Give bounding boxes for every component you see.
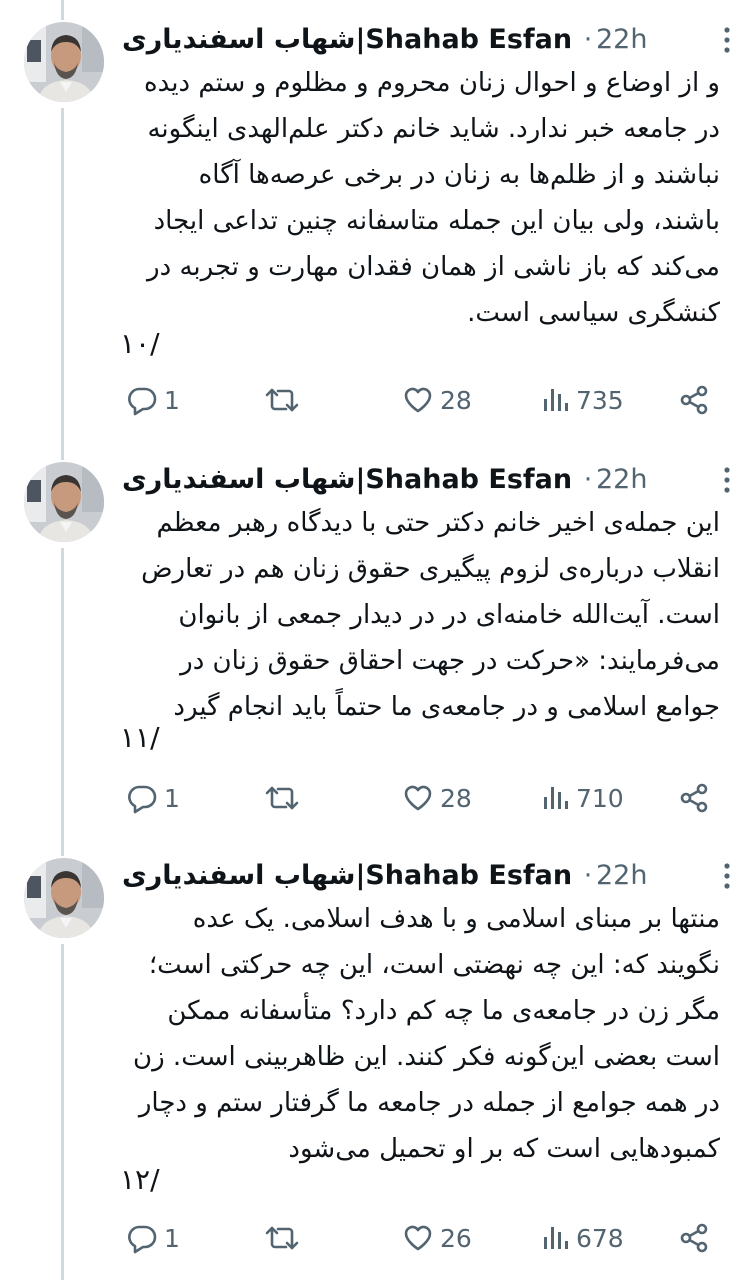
separator-dot: · (583, 861, 593, 891)
like-button[interactable]: 28 (402, 378, 472, 422)
retweet-icon (264, 1222, 300, 1254)
views-button[interactable]: 678 (540, 1216, 624, 1260)
tweet-text: منتها بر مبنای اسلامی و با هدف اسلامی. ی… (118, 896, 720, 1172)
avatar[interactable] (24, 462, 104, 542)
tweet-text-line: کنشگری سیاسی است. (467, 298, 720, 328)
reply-icon (126, 384, 158, 416)
reply-count: 1 (164, 1223, 180, 1253)
views-icon (540, 1222, 570, 1254)
tweet-text-line: کمبودهایی است که بر او تحمیل می‌شود (288, 1134, 720, 1164)
tweet-text-line: در همه جوامع از جمله در جامعه ما گرفتار … (138, 1088, 720, 1118)
retweet-icon (264, 384, 300, 416)
tweet-text-line: نباشند و از ظلم‌ها به زنان در برخی عرصه‌… (198, 160, 720, 190)
like-icon (402, 782, 434, 814)
tweet-text-line: منتها بر مبنای اسلامی و با هدف اسلامی. ی… (192, 904, 720, 934)
share-button[interactable] (678, 378, 710, 422)
retweet-button[interactable] (264, 1216, 300, 1260)
like-icon (402, 1222, 434, 1254)
tweet-feed: شهاب اسفندیاری|Shahab Esfan... · 22h و ا… (0, 0, 739, 1280)
avatar[interactable] (24, 858, 104, 938)
separator-dot: · (583, 25, 593, 55)
reply-count: 1 (164, 783, 180, 813)
share-button[interactable] (678, 1216, 710, 1260)
tweet-text-line: این جمله‌ی اخیر خانم دکتر حتی با دیدگاه … (156, 508, 721, 538)
display-name[interactable]: شهاب اسفندیاری|Shahab Esfan... (122, 460, 570, 500)
like-count: 26 (440, 1223, 472, 1253)
reply-icon (126, 782, 158, 814)
tweet-text: این جمله‌ی اخیر خانم دکتر حتی با دیدگاه … (118, 500, 720, 730)
reply-button[interactable]: 1 (126, 378, 180, 422)
views-button[interactable]: 735 (540, 378, 624, 422)
tweet-text-line: انقلاب درباره‌ی لزوم پیگیری حقوق زنان هم… (141, 554, 720, 584)
views-count: 710 (576, 783, 624, 813)
views-icon (540, 384, 570, 416)
share-icon (678, 384, 710, 416)
reply-button[interactable]: 1 (126, 776, 180, 820)
tweet-text-line: مگر زن در جامعه‌ی ما چه کم دارد؟ متأسفان… (167, 996, 720, 1026)
more-vertical-icon[interactable] (712, 22, 739, 58)
reply-count: 1 (164, 385, 180, 415)
views-count: 678 (576, 1223, 624, 1253)
like-count: 28 (440, 783, 472, 813)
tweet-header: شهاب اسفندیاری|Shahab Esfan... · 22h (122, 20, 739, 60)
timestamp[interactable]: 22h (596, 20, 666, 60)
retweet-button[interactable] (264, 776, 300, 820)
avatar[interactable] (24, 22, 104, 102)
more-vertical-icon[interactable] (712, 858, 739, 894)
like-count: 28 (440, 385, 472, 415)
reply-icon (126, 1222, 158, 1254)
like-button[interactable]: 28 (402, 776, 472, 820)
tweet-text-line: در جامعه خبر ندارد. شاید خانم دکتر علم‌ا… (147, 114, 720, 144)
tweet-text-line: و از اوضاع و احوال زنان محروم و مظلوم و … (144, 68, 720, 98)
action-bar: 1 26 678 (0, 1216, 739, 1260)
thread-number: ۱۰/ (120, 327, 160, 360)
tweet-header: شهاب اسفندیاری|Shahab Esfan... · 22h (122, 856, 739, 896)
more-vertical-icon[interactable] (712, 462, 739, 498)
tweet-text-line: جوامع اسلامی و در جامعه‌ی ما حتماً باید … (173, 692, 720, 722)
display-name[interactable]: شهاب اسفندیاری|Shahab Esfan... (122, 856, 570, 896)
share-icon (678, 782, 710, 814)
thread-number: ۱۲/ (120, 1163, 160, 1196)
share-button[interactable] (678, 776, 710, 820)
tweet-text: و از اوضاع و احوال زنان محروم و مظلوم و … (118, 60, 720, 336)
tweet-header: شهاب اسفندیاری|Shahab Esfan... · 22h (122, 460, 739, 500)
tweet-text-line: می‌کند که باز ناشی از همان فقدان مهارت و… (147, 252, 720, 282)
like-button[interactable]: 26 (402, 1216, 472, 1260)
display-name[interactable]: شهاب اسفندیاری|Shahab Esfan... (122, 20, 570, 60)
share-icon (678, 1222, 710, 1254)
action-bar: 1 28 710 (0, 776, 739, 820)
tweet-text-line: می‌فرمایند: «حرکت در جهت احقاق حقوق زنان… (180, 646, 720, 676)
views-button[interactable]: 710 (540, 776, 624, 820)
tweet-text-line: است بعضی این‌گونه فکر کنند. این ظاهربینی… (133, 1042, 720, 1072)
retweet-icon (264, 782, 300, 814)
separator-dot: · (583, 465, 593, 495)
tweet-text-line: نگویند که: این چه نهضتی است، این چه حرکت… (148, 950, 720, 980)
timestamp[interactable]: 22h (596, 856, 666, 896)
views-icon (540, 782, 570, 814)
views-count: 735 (576, 385, 624, 415)
timestamp[interactable]: 22h (596, 460, 666, 500)
tweet-text-line: باشند، ولی بیان این جمله متاسفانه چنین ت… (153, 206, 720, 236)
reply-button[interactable]: 1 (126, 1216, 180, 1260)
thread-number: ۱۱/ (120, 721, 160, 754)
thread-line (61, 0, 64, 20)
tweet-text-line: است. آیت‌الله خامنه‌ای در در دیدار جمعی … (178, 600, 720, 630)
retweet-button[interactable] (264, 378, 300, 422)
like-icon (402, 384, 434, 416)
action-bar: 1 28 735 (0, 378, 739, 422)
